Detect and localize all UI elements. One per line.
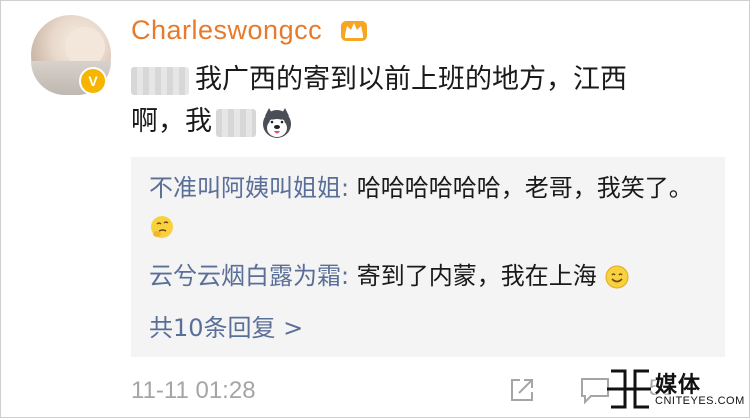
weibo-post-card: V Charleswongcc 我广西的寄到以前上班的地方，江西 啊，我 不准叫…: [0, 0, 750, 418]
reply-author[interactable]: 不准叫阿姨叫姐姐: [149, 174, 341, 202]
reply-item[interactable]: 不准叫阿姨叫姐姐: 哈哈哈哈哈哈，老哥，我笑了。: [149, 169, 714, 245]
username[interactable]: Charleswongcc: [131, 15, 322, 46]
share-icon[interactable]: [507, 375, 537, 405]
reply-separator: :: [341, 174, 350, 202]
more-replies-link[interactable]: 共10条回复 >: [149, 309, 303, 347]
post-text-line2: 啊，我: [131, 106, 212, 137]
media-watermark: 媒体 CNITEYES.COM: [605, 363, 745, 415]
watermark-logo-icon: [607, 369, 651, 409]
thinking-emoji-icon: [151, 216, 173, 238]
reply-text: 哈哈哈哈哈哈，老哥，我笑了。: [349, 174, 693, 202]
replies-box: 不准叫阿姨叫姐姐: 哈哈哈哈哈哈，老哥，我笑了。 云兮云烟白露为霜: 寄到了内蒙…: [131, 157, 725, 357]
redacted-text: [131, 66, 189, 95]
reply-text: 寄到了内蒙，我在上海: [349, 262, 597, 290]
verified-badge-icon: V: [79, 67, 107, 95]
post-timestamp: 11-11 01:28: [131, 377, 256, 404]
redacted-text: [216, 108, 256, 137]
husky-emoji-icon: [263, 107, 291, 138]
reply-author[interactable]: 云兮云烟白露为霜: [149, 262, 341, 290]
post-text-line1: 我广西的寄到以前上班的地方，江西: [195, 64, 627, 95]
post-text: 我广西的寄到以前上班的地方，江西 啊，我: [131, 59, 721, 143]
reply-item[interactable]: 云兮云烟白露为霜: 寄到了内蒙，我在上海: [149, 257, 724, 295]
watermark-subtitle: CNITEYES.COM: [655, 395, 745, 407]
vip-crown-icon: [341, 21, 367, 41]
reply-separator: :: [341, 262, 350, 290]
smile-emoji-icon: [605, 265, 629, 289]
